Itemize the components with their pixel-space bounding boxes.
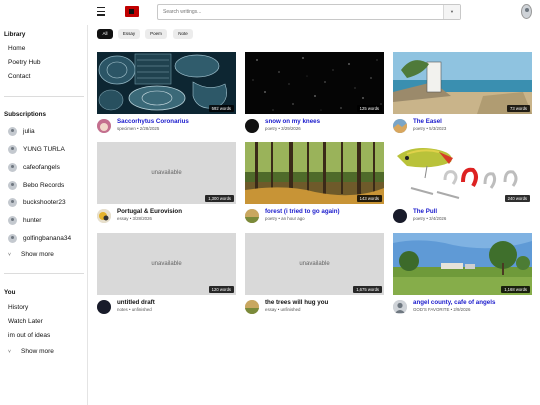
- sidebar-item-poetry-hub[interactable]: Poetry Hub: [8, 59, 41, 66]
- post-title[interactable]: The Pull: [413, 208, 437, 215]
- subscription-item[interactable]: cafeofangels: [8, 162, 60, 172]
- avatar: [8, 162, 17, 172]
- subscription-label: julia: [23, 127, 35, 135]
- avatar[interactable]: [393, 209, 407, 223]
- avatar[interactable]: [245, 300, 259, 314]
- subscriptions-show-more[interactable]: ˅ Show more: [8, 251, 54, 258]
- sidebar-item-playlist[interactable]: im out of ideas: [8, 332, 50, 339]
- filter-chip-note[interactable]: Note: [173, 29, 193, 39]
- post-meta: specimen • 2/28/2025: [117, 126, 160, 131]
- sidebar-divider: [4, 96, 84, 97]
- avatar: [8, 233, 17, 243]
- top-bar: ▼: [0, 0, 540, 25]
- post-thumbnail: 125 words: [245, 52, 384, 114]
- post-title[interactable]: Portugal & Eurovision: [117, 208, 182, 215]
- word-count-badge: 1,168 words: [501, 286, 530, 293]
- library-heading: Library: [4, 31, 26, 38]
- subscription-item[interactable]: Bebo Records: [8, 180, 64, 190]
- search-input[interactable]: [158, 5, 444, 19]
- avatar[interactable]: [97, 300, 111, 314]
- post-title[interactable]: angel county, cafe of angels: [413, 299, 495, 306]
- word-count-badge: 120 words: [208, 286, 234, 293]
- post-thumbnail: 73 words: [393, 52, 532, 114]
- post-meta: poetry • 3/29/2026: [265, 126, 301, 131]
- subscription-label: hunter: [23, 216, 42, 224]
- search-box: ▼: [157, 4, 461, 20]
- post-meta: GOD'S FAVORITE • 2/9/2026: [413, 307, 471, 312]
- post-title[interactable]: the trees will hug you: [265, 299, 328, 306]
- post-thumbnail: 1,168 words: [393, 233, 532, 295]
- sidebar: Library Home Poetry Hub Contact Subscrip…: [0, 25, 88, 405]
- avatar: [8, 197, 17, 207]
- subscription-label: buckshooter23: [23, 198, 66, 206]
- show-more-label: Show more: [21, 348, 54, 355]
- filter-chip-poem[interactable]: Poem: [145, 29, 167, 39]
- post-title[interactable]: Saccorhytus Coronarius: [117, 118, 189, 125]
- subscription-item[interactable]: julia: [8, 126, 35, 136]
- word-count-badge: 1,300 words: [205, 195, 234, 202]
- sidebar-item-watch-later[interactable]: Watch Later: [8, 318, 43, 325]
- chevron-down-icon: ˅: [8, 349, 11, 355]
- filter-chip-all[interactable]: All: [97, 29, 113, 39]
- chevron-down-icon[interactable]: ▼: [443, 5, 460, 19]
- show-more-label: Show more: [21, 251, 54, 258]
- post-meta: notes • unfinished: [117, 307, 152, 312]
- word-count-badge: 143 words: [356, 195, 382, 202]
- word-count-badge: 592 words: [208, 105, 234, 112]
- subscription-label: golfingbanana34: [23, 234, 72, 242]
- chevron-down-icon: ˅: [8, 252, 11, 258]
- word-count-badge: 1,675 words: [353, 286, 382, 293]
- post-thumbnail: unavailable 120 words: [97, 233, 236, 295]
- avatar[interactable]: [245, 209, 259, 223]
- subscription-item[interactable]: golfingbanana34: [8, 233, 71, 243]
- sidebar-item-contact[interactable]: Contact: [8, 73, 30, 80]
- post-title[interactable]: The Easel: [413, 118, 442, 125]
- post-thumbnail: unavailable 1,300 words: [97, 142, 236, 204]
- post-title[interactable]: snow on my knees: [265, 118, 320, 125]
- sidebar-divider: [4, 273, 84, 274]
- post-title[interactable]: untitled draft: [117, 299, 155, 306]
- site-logo[interactable]: [125, 6, 139, 17]
- you-show-more[interactable]: ˅ Show more: [8, 348, 54, 355]
- avatar[interactable]: [393, 119, 407, 133]
- post-meta: essay • unfinished: [265, 307, 301, 312]
- post-thumbnail: 143 words: [245, 142, 384, 204]
- avatar[interactable]: [97, 209, 111, 223]
- word-count-badge: 240 words: [504, 195, 530, 202]
- profile-avatar[interactable]: [521, 4, 532, 19]
- post-thumbnail: 240 words: [393, 142, 532, 204]
- subscription-item[interactable]: hunter: [8, 215, 41, 225]
- subscription-label: Bebo Records: [23, 181, 65, 189]
- avatar[interactable]: [245, 119, 259, 133]
- subscription-label: cafeofangels: [23, 163, 60, 171]
- post-thumbnail: 592 words: [97, 52, 236, 114]
- post-meta: essay • 3/28/2026: [117, 216, 152, 221]
- subscription-item[interactable]: buckshooter23: [8, 197, 66, 207]
- avatar[interactable]: [393, 300, 407, 314]
- subscriptions-heading: Subscriptions: [4, 111, 46, 118]
- sidebar-item-home[interactable]: Home: [8, 45, 25, 52]
- avatar[interactable]: [97, 119, 111, 133]
- post-meta: poetry • an hour ago: [265, 216, 305, 221]
- sidebar-item-history[interactable]: History: [8, 304, 28, 311]
- subscription-label: YUNG TURLA: [23, 145, 65, 153]
- subscription-item[interactable]: YUNG TURLA: [8, 144, 65, 154]
- avatar: [8, 215, 17, 225]
- avatar: [8, 144, 17, 154]
- avatar: [8, 126, 17, 136]
- word-count-badge: 125 words: [356, 105, 382, 112]
- post-title[interactable]: forest (i tried to go again): [265, 208, 340, 215]
- hamburger-icon[interactable]: [97, 7, 105, 16]
- app-root: ▼ Library Home Poetry Hub Contact Subscr…: [0, 0, 540, 405]
- filter-chip-essay[interactable]: Essay: [118, 29, 140, 39]
- you-heading: You: [4, 289, 16, 296]
- post-meta: poetry • 5/3/2023: [413, 126, 447, 131]
- word-count-badge: 73 words: [507, 105, 530, 112]
- post-meta: poetry • 3/4/2026: [413, 216, 447, 221]
- avatar: [8, 180, 17, 190]
- post-thumbnail: unavailable 1,675 words: [245, 233, 384, 295]
